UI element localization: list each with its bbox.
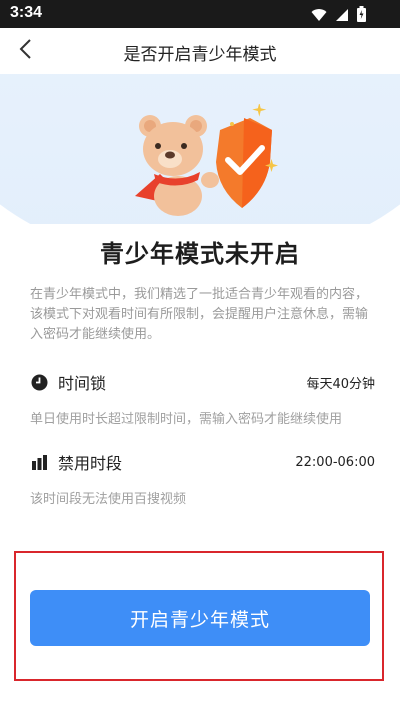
feature-header: 时间锁 [30,370,106,394]
signal-icon [335,7,349,26]
status-time: 3:34 [10,4,43,21]
feature-row: 时间锁 每天40分钟 [30,370,375,394]
status-bar: 3:34 [0,0,400,28]
feature-value: 每天40分钟 [306,376,375,392]
feature-value: 22:00-06:00 [295,454,375,470]
wifi-icon [311,7,327,26]
bar-chart-icon [30,453,48,471]
feature-time-lock: 时间锁 每天40分钟 单日使用时长超过限制时间，需输入密码才能继续使用 [30,370,375,427]
feature-header: 禁用时段 [30,450,122,474]
feature-row: 禁用时段 22:00-06:00 [30,450,375,474]
bear-shield-illustration [120,102,280,223]
hero-banner [0,74,400,224]
status-icons [311,6,366,26]
app-header: 是否开启青少年模式 [0,28,400,74]
headline: 青少年模式未开启 [100,240,300,268]
feature-description: 该时间段无法使用百搜视频 [30,492,187,507]
page-title: 是否开启青少年模式 [123,45,277,65]
enable-teen-mode-button[interactable]: 开启青少年模式 [30,590,370,646]
battery-icon [357,6,366,26]
description-text: 在青少年模式中，我们精选了一批适合青少年观看的内容，该模式下对观看时间有所限制，… [30,287,369,342]
feature-title: 禁用时段 [58,454,123,473]
feature-description: 单日使用时长超过限制时间，需输入密码才能继续使用 [30,412,343,427]
feature-disabled-period: 禁用时段 22:00-06:00 该时间段无法使用百搜视频 [30,450,375,507]
clock-icon [30,373,48,391]
feature-title: 时间锁 [58,374,107,393]
